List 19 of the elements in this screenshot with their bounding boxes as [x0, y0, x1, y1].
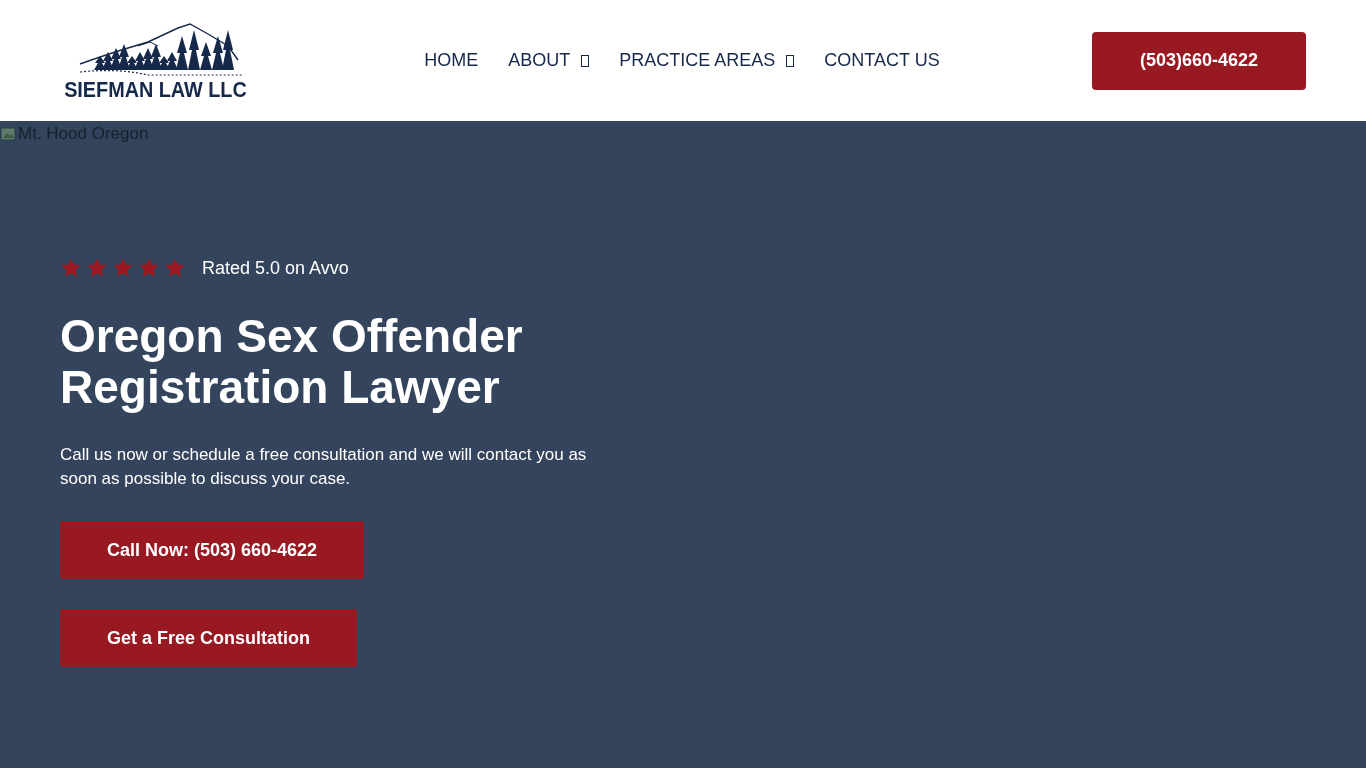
- nav-link[interactable]: ABOUT: [508, 50, 590, 71]
- star-icon: [86, 257, 108, 279]
- rating-text: Rated 5.0 on Avvo: [202, 257, 349, 279]
- broken-image-icon: [0, 126, 16, 142]
- nav-link[interactable]: HOME: [424, 50, 479, 71]
- hero-description: Call us now or schedule a free consultation and we will contact you as soon as possible to discuss your case.: [60, 444, 588, 490]
- nav-link[interactable]: PRACTICE AREAS: [619, 50, 795, 71]
- star-icon: [138, 257, 160, 279]
- cta-button[interactable]: Call Now: (503) 660-4622: [60, 521, 365, 579]
- phone-button[interactable]: (503)660-4622: [1092, 31, 1306, 90]
- nav-link[interactable]: CONTACT US: [824, 50, 940, 71]
- logo-text[interactable]: SIEFMAN LAW LLC: [63, 77, 247, 102]
- cta-button[interactable]: Get a Free Consultation: [60, 609, 358, 667]
- square-outline-icon: [581, 54, 590, 67]
- star-icon: [112, 257, 134, 279]
- star-icon: [60, 257, 82, 279]
- square-outline-icon: [786, 54, 795, 67]
- star-icon: [164, 257, 186, 279]
- page-heading: Oregon Sex Offender Registration Lawyer: [60, 311, 524, 413]
